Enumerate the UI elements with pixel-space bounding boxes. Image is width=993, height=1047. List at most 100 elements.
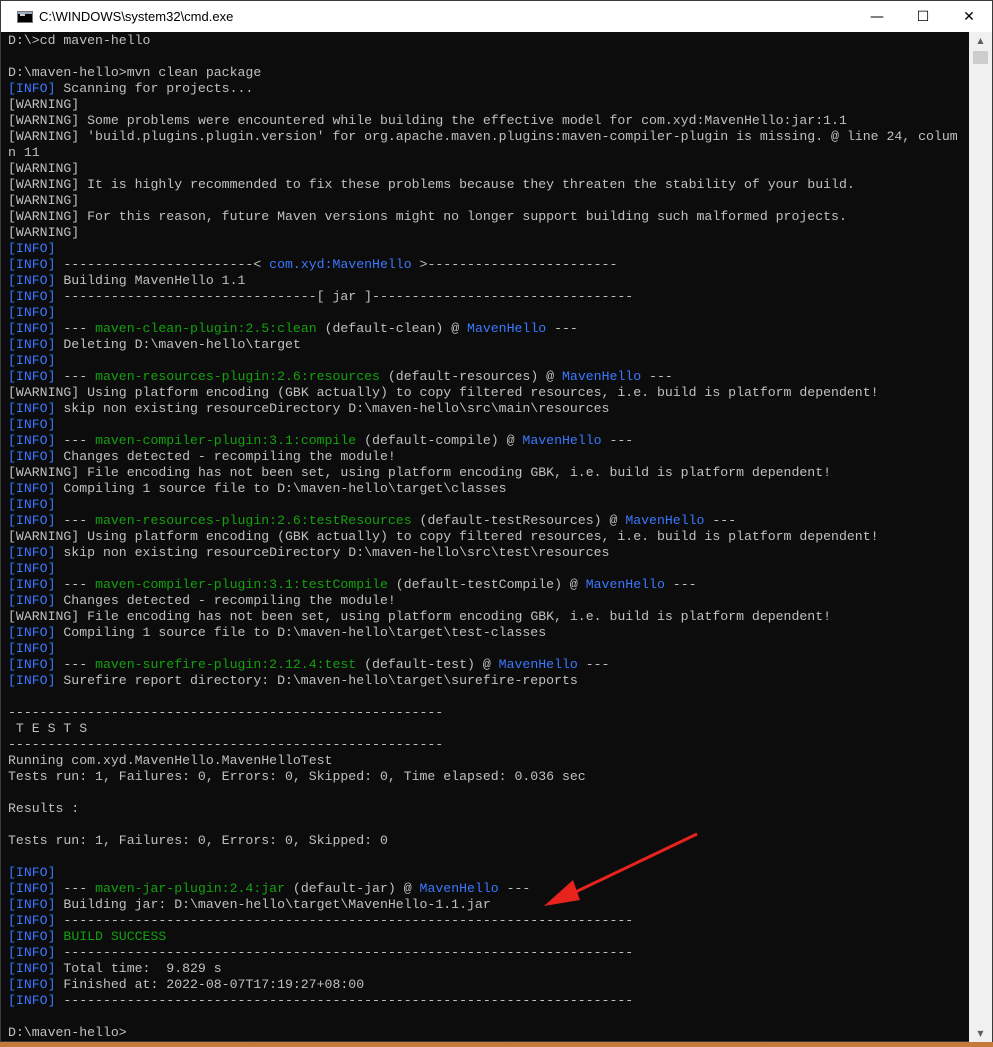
cmd-window[interactable]: C:\WINDOWS\system32\cmd.exe — ☐ ✕ D:\>cd…: [0, 0, 993, 1042]
console-line: [INFO] Scanning for projects...: [8, 81, 958, 97]
log-text: [WARNING]: [8, 129, 80, 144]
log-segment-blue: MavenHello: [419, 881, 499, 896]
console-line: [WARNING] Some problems were encountered…: [8, 113, 958, 129]
console-line: [WARNING] For this reason, future Maven …: [8, 209, 958, 225]
log-level-info: [INFO]: [8, 273, 56, 288]
log-text: (default-testCompile) @: [387, 577, 586, 592]
console-line: [INFO] --- maven-clean-plugin:2.5:clean …: [8, 321, 958, 337]
log-text: [WARNING]: [8, 97, 80, 112]
console-line: [INFO]: [8, 353, 958, 369]
console-line: [WARNING]: [8, 193, 958, 209]
log-text: Results :: [8, 801, 80, 816]
log-segment-green: maven-resources-plugin:2.6:resources: [95, 369, 380, 384]
log-text: [WARNING]: [8, 193, 80, 208]
log-level-info: [INFO]: [8, 993, 56, 1008]
log-text: ---: [577, 657, 610, 672]
console-line: [WARNING] File encoding has not been set…: [8, 465, 958, 481]
log-text: D:\>cd maven-hello: [8, 33, 151, 48]
log-level-info: [INFO]: [8, 673, 56, 688]
log-text: Building jar: D:\maven-hello\target\Mave…: [55, 897, 491, 912]
log-text: [WARNING]: [8, 209, 80, 224]
console-line: [WARNING]: [8, 161, 958, 177]
log-level-info: [INFO]: [8, 961, 56, 976]
log-text: ---: [55, 577, 96, 592]
log-text: ---: [546, 321, 578, 336]
vertical-scrollbar[interactable]: ▲ ▼: [969, 32, 992, 1042]
log-segment-green: maven-jar-plugin:2.4:jar: [95, 881, 285, 896]
console-line: [INFO] skip non existing resourceDirecto…: [8, 545, 958, 561]
console-line: [INFO]: [8, 417, 958, 433]
log-level-info: [INFO]: [8, 513, 56, 528]
log-text: Using platform encoding (GBK actually) t…: [79, 529, 879, 544]
log-text: Compiling 1 source file to D:\maven-hell…: [55, 481, 507, 496]
log-segment-blue: MavenHello: [498, 657, 578, 672]
scroll-thumb[interactable]: [973, 51, 988, 64]
log-level-info: [INFO]: [8, 417, 56, 432]
log-text: ---: [55, 881, 96, 896]
log-segment-green: maven-surefire-plugin:2.12.4:test: [95, 657, 357, 672]
console-line: [INFO] ------------------------< com.xyd…: [8, 257, 958, 273]
log-segment-green: maven-compiler-plugin:3.1:compile: [95, 433, 357, 448]
console-line: [INFO] Finished at: 2022-08-07T17:19:27+…: [8, 977, 958, 993]
log-text: T E S T S: [8, 721, 88, 736]
log-text: (default-compile) @: [356, 433, 523, 448]
log-level-info: [INFO]: [8, 897, 56, 912]
console-line: [INFO]: [8, 561, 958, 577]
console-line: [INFO] Building jar: D:\maven-hello\targ…: [8, 897, 958, 913]
scroll-up-arrow-icon[interactable]: ▲: [969, 32, 992, 49]
log-level-info: [INFO]: [8, 625, 56, 640]
log-level-info: [INFO]: [8, 929, 56, 944]
log-text: [WARNING]: [8, 465, 80, 480]
console-lines: D:\>cd maven-hello D:\maven-hello>mvn cle…: [8, 33, 958, 1041]
minimize-button[interactable]: —: [854, 1, 900, 32]
console-line: [INFO]: [8, 241, 958, 257]
close-button[interactable]: ✕: [946, 1, 992, 32]
log-text: ---: [704, 513, 737, 528]
console-line: [INFO] ---------------------------------…: [8, 913, 958, 929]
log-text: --------------------------------[ jar ]-…: [55, 289, 634, 304]
console-line: Running com.xyd.MavenHello.MavenHelloTes…: [8, 753, 958, 769]
log-segment-blue: MavenHello: [522, 433, 602, 448]
log-text: skip non existing resourceDirectory D:\m…: [55, 401, 610, 416]
log-segment-blue: MavenHello: [625, 513, 705, 528]
log-level-info: [INFO]: [8, 257, 56, 272]
log-text: Changes detected - recompiling the modul…: [55, 593, 396, 608]
title-bar[interactable]: C:\WINDOWS\system32\cmd.exe — ☐ ✕: [1, 1, 992, 32]
log-level-info: [INFO]: [8, 561, 56, 576]
log-level-info: [INFO]: [8, 865, 56, 880]
log-level-info: [INFO]: [8, 945, 56, 960]
log-text: Finished at: 2022-08-07T17:19:27+08:00: [55, 977, 365, 992]
console-line: [WARNING] Using platform encoding (GBK a…: [8, 385, 958, 401]
console-line: [INFO] --- maven-surefire-plugin:2.12.4:…: [8, 657, 958, 673]
console-line: [WARNING]: [8, 97, 958, 113]
console-line: [WARNING] It is highly recommended to fi…: [8, 177, 958, 193]
log-text: Compiling 1 source file to D:\maven-hell…: [55, 625, 547, 640]
log-text: ---: [498, 881, 531, 896]
scroll-down-arrow-icon[interactable]: ▼: [969, 1025, 992, 1042]
log-segment-blue: MavenHello: [467, 321, 547, 336]
log-text: ------------------------<: [55, 257, 270, 272]
console-line: [INFO] --- maven-resources-plugin:2.6:re…: [8, 369, 958, 385]
console-line: [INFO] --- maven-compiler-plugin:3.1:com…: [8, 433, 958, 449]
cmd-app-icon[interactable]: [17, 10, 33, 23]
log-level-info: [INFO]: [8, 81, 56, 96]
log-segment-green: BUILD SUCCESS: [63, 929, 167, 944]
log-text: Using platform encoding (GBK actually) t…: [79, 385, 879, 400]
maximize-button[interactable]: ☐: [900, 1, 946, 32]
console-output[interactable]: D:\>cd maven-hello D:\maven-hello>mvn cle…: [1, 32, 969, 1042]
log-text: File encoding has not been set, using pl…: [79, 609, 832, 624]
log-text: (default-clean) @: [316, 321, 468, 336]
console-line: [INFO] Compiling 1 source file to D:\mav…: [8, 625, 958, 641]
console-line: n 11: [8, 145, 958, 161]
console-line: [WARNING] Using platform encoding (GBK a…: [8, 529, 958, 545]
log-segment-blue: com.xyd:MavenHello: [269, 257, 412, 272]
log-text: ---: [55, 433, 96, 448]
console-line: [INFO] --- maven-jar-plugin:2.4:jar (def…: [8, 881, 958, 897]
log-text: ---: [55, 513, 96, 528]
